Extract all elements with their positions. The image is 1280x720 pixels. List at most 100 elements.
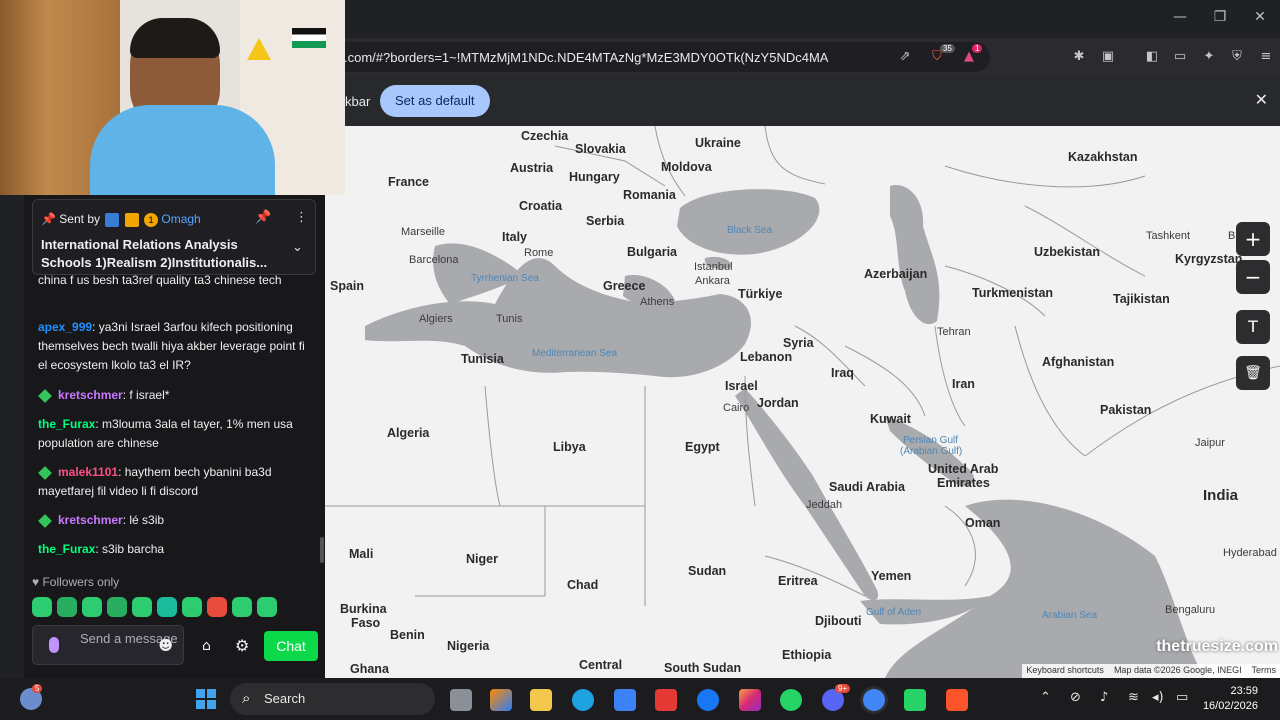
label-cairo: Cairo [723, 402, 750, 414]
emote-icon[interactable] [207, 597, 227, 617]
label-tehran: Tehran [937, 326, 971, 338]
chevron-down-icon[interactable]: ⌄ [292, 240, 303, 255]
share-icon[interactable]: ⇗ [896, 48, 914, 66]
message-text: : s3ib barcha [95, 542, 165, 556]
chat-message: the_Furax: s3ib barcha [38, 540, 308, 559]
label-south-sudan: South Sudan [664, 661, 742, 675]
minimize-icon[interactable]: — [1170, 9, 1190, 25]
label-algiers: Algiers [419, 313, 453, 325]
leo-ai-icon[interactable]: ✦ [1200, 48, 1218, 66]
emote-icon[interactable] [32, 597, 52, 617]
emote-icon[interactable] [182, 597, 202, 617]
menu-icon[interactable]: ≡ [1257, 48, 1275, 66]
brave-icon[interactable] [946, 689, 968, 711]
chevron-up-icon[interactable]: ⌃ [1040, 690, 1051, 705]
label-italy: Italy [502, 230, 528, 244]
clock[interactable]: 23:59 16/02/2026 [1203, 684, 1258, 714]
network-off-icon[interactable]: ⊘ [1070, 690, 1081, 705]
task-view-icon[interactable] [450, 689, 472, 711]
file-explorer-icon[interactable] [530, 689, 552, 711]
chat-message: malek1101: haythem bech ybanini ba3d may… [38, 463, 308, 501]
whatsapp-icon[interactable] [780, 689, 802, 711]
chat-scrollbar[interactable] [320, 537, 324, 563]
set-as-default-button[interactable]: Set as default [380, 85, 490, 117]
m365-icon[interactable] [490, 689, 512, 711]
label-central: Central [579, 658, 623, 672]
emote-icon[interactable] [157, 597, 177, 617]
label-burkina: Burkina [340, 602, 387, 616]
chat-username[interactable]: kretschmer [58, 513, 123, 527]
label-athens: Athens [640, 296, 675, 308]
emote-icon[interactable] [257, 597, 277, 617]
sidebar-icon[interactable]: ◧ [1143, 48, 1161, 66]
delete-button[interactable]: 🗑 [1236, 356, 1270, 390]
label-turkmenistan: Turkmenistan [972, 286, 1054, 300]
chat-message: the_Furax: m3louma 3ala el tayer, 1% men… [38, 415, 308, 453]
label-istanbul: Istanbul [694, 261, 733, 273]
l-app-icon[interactable] [655, 689, 677, 711]
close-window-icon[interactable]: ✕ [1250, 9, 1270, 25]
maximize-icon[interactable]: ❐ [1210, 9, 1230, 25]
label-austria: Austria [510, 161, 554, 175]
terms-link[interactable]: Terms [1252, 665, 1277, 675]
vpn-icon[interactable]: ⛨ [1228, 48, 1246, 66]
unpin-icon[interactable]: 📌 [255, 210, 271, 225]
chat-username[interactable]: the_Furax [38, 542, 95, 556]
more-options-icon[interactable]: ⋮ [295, 210, 308, 225]
close-infobar-icon[interactable]: ✕ [1255, 90, 1268, 109]
label-india: India [1203, 487, 1239, 504]
map-canvas[interactable]: Czechia Ukraine Slovakia Moldova Austria… [325, 126, 1280, 678]
store-app-icon[interactable] [614, 689, 636, 711]
emoji-icon[interactable]: ☻ [158, 638, 173, 654]
followers-only-text: Followers only [42, 575, 120, 589]
label-ankara: Ankara [695, 275, 730, 287]
label-kuwait: Kuwait [870, 412, 911, 426]
extensions-icon[interactable]: ✱ [1070, 48, 1088, 66]
emote-icon[interactable] [82, 597, 102, 617]
volume-icon[interactable]: ◂) [1152, 690, 1164, 705]
store-icon[interactable]: ⌂ [202, 638, 211, 654]
app-icon[interactable] [904, 689, 926, 711]
message-text: : f israel* [122, 388, 170, 402]
label-iraq: Iraq [831, 366, 854, 380]
wifi-icon[interactable]: ≋ [1128, 690, 1139, 705]
chat-username[interactable]: the_Furax [38, 417, 95, 431]
text-tool-button[interactable]: T [1236, 310, 1270, 344]
microphone-tray-icon[interactable]: ♪ [1100, 690, 1108, 705]
taskbar-search[interactable]: ⌕ Search [230, 683, 435, 715]
widgets-badge: 5 [32, 684, 43, 693]
zoom-in-button[interactable]: + [1236, 222, 1270, 256]
emote-icon[interactable] [232, 597, 252, 617]
microphone-icon[interactable] [49, 637, 59, 653]
gear-icon[interactable]: ⚙ [235, 636, 249, 655]
edge-icon[interactable] [572, 689, 594, 711]
label-chad: Chad [567, 578, 599, 592]
pinned-user[interactable]: Omagh [161, 212, 200, 226]
sub-badge-icon [38, 465, 52, 480]
battery-icon[interactable]: ▭ [1176, 690, 1188, 705]
pinned-message[interactable]: 📌 Sent by 1 Omagh 📌 ⋮ International Rela… [32, 199, 316, 275]
wallet-icon[interactable]: ▭ [1171, 48, 1189, 66]
emote-icon[interactable] [57, 597, 77, 617]
label-rome: Rome [524, 247, 554, 259]
start-button[interactable] [196, 689, 216, 709]
chat-send-button[interactable]: Chat [264, 631, 318, 661]
facebook-icon[interactable] [697, 689, 719, 711]
chat-message-input[interactable]: Send a message ☻ [32, 625, 184, 665]
chat-username[interactable]: kretschmer [58, 388, 123, 402]
emote-icon[interactable] [107, 597, 127, 617]
chat-username[interactable]: malek1101 [58, 465, 118, 479]
clock-time: 23:59 [1230, 685, 1258, 697]
instagram-icon[interactable] [739, 689, 761, 711]
zoom-out-button[interactable]: − [1236, 260, 1270, 294]
keyboard-shortcuts-link[interactable]: Keyboard shortcuts [1026, 665, 1104, 675]
address-bar[interactable]: .com/#?borders=1~!MTMzMjM1NDc.NDE4MTAzNg… [330, 42, 990, 72]
pinned-title: International Relations Analysis Schools… [41, 237, 268, 270]
emote-icon[interactable] [132, 597, 152, 617]
label-benin: Benin [390, 628, 425, 642]
label-mali: Mali [349, 547, 374, 561]
reader-icon[interactable]: ▣ [1099, 48, 1117, 66]
chat-message: china f us besh ta3ref quality ta3 chine… [38, 271, 308, 290]
chat-username[interactable]: apex_999 [38, 320, 92, 334]
chrome-icon[interactable] [863, 689, 885, 711]
